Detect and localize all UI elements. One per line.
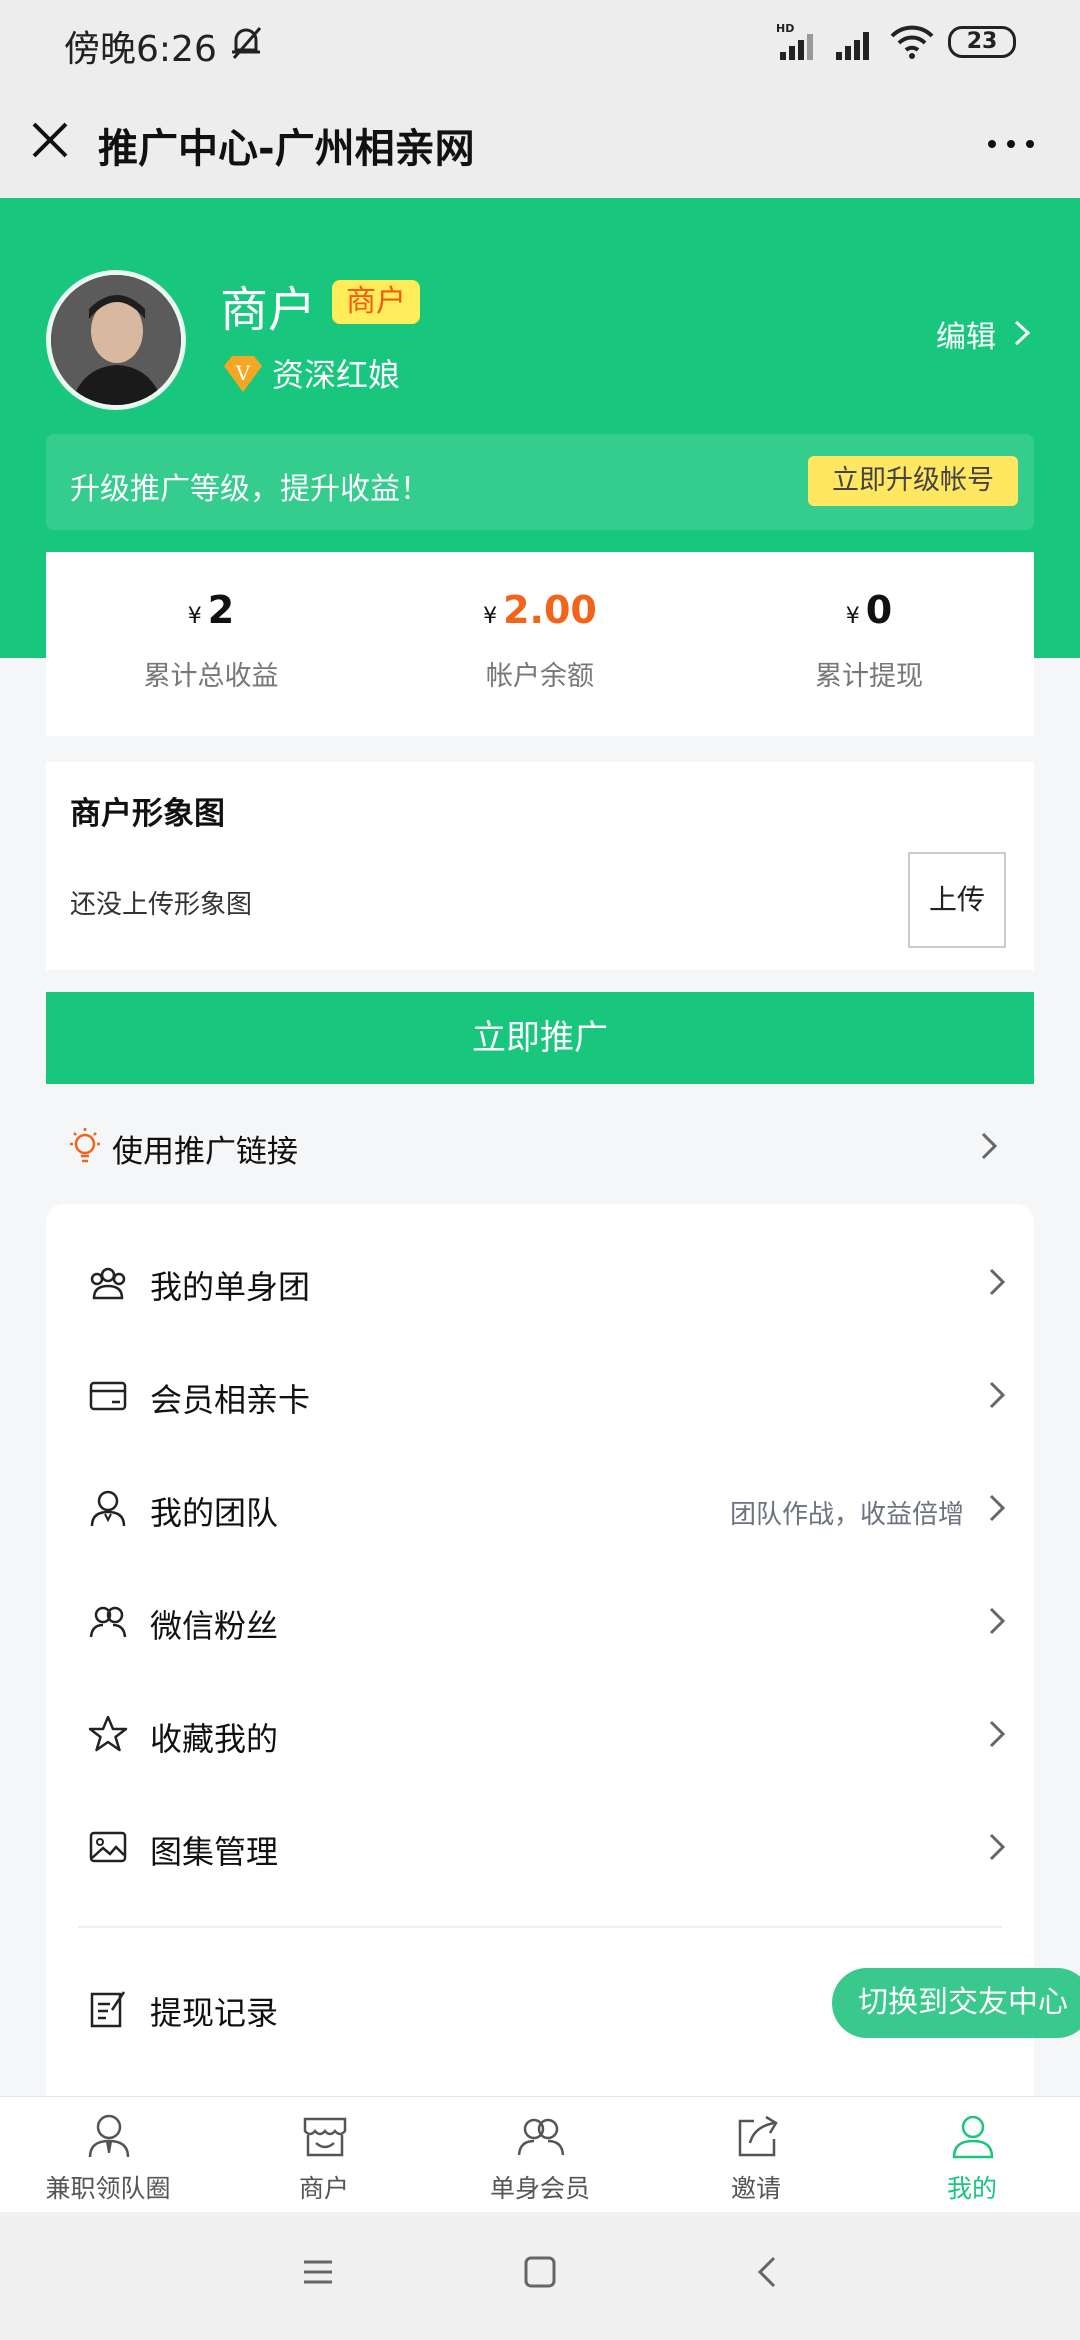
merchant-image-card: 商户形象图 还没上传形象图 上传 xyxy=(46,762,1034,970)
system-nav-bar xyxy=(0,2212,1080,2340)
stat-label: 累计总收益 xyxy=(143,661,279,692)
chevron-right-icon xyxy=(989,1833,1006,1861)
earnings-summary: ¥2 累计总收益 ¥2.00 帐户余额 ¥0 累计提现 xyxy=(46,552,1034,736)
upload-button[interactable]: 上传 xyxy=(908,852,1006,948)
user-name: 商户 xyxy=(220,282,317,338)
chevron-right-icon xyxy=(981,1132,998,1160)
upgrade-button[interactable]: 立即升级帐号 xyxy=(808,456,1018,506)
currency-symbol: ¥ xyxy=(845,604,860,629)
avatar-image xyxy=(51,275,181,405)
promote-link-row[interactable]: 使用推广链接 xyxy=(46,1100,1034,1192)
chevron-right-icon xyxy=(989,1494,1006,1522)
chevron-right-icon xyxy=(989,1381,1006,1409)
menu-item-hint: 团队作战，收益倍增 xyxy=(729,1500,964,1530)
menu-item-label: 会员相亲卡 xyxy=(150,1381,311,1419)
more-options-icon[interactable] xyxy=(986,138,1036,150)
stat-value: 0 xyxy=(865,588,893,632)
battery-indicator: 23 xyxy=(948,26,1016,58)
currency-symbol: ¥ xyxy=(187,604,202,629)
stat-label: 帐户余额 xyxy=(486,661,594,692)
lightbulb-icon xyxy=(70,1128,100,1163)
currency-symbol: ¥ xyxy=(483,604,498,629)
vip-diamond-icon: V xyxy=(224,356,262,392)
close-icon[interactable] xyxy=(28,118,72,162)
upgrade-text: 升级推广等级，提升收益！ xyxy=(70,472,430,507)
svg-text:HD: HD xyxy=(776,22,794,35)
menu-item-singles-group[interactable]: 我的单身团 xyxy=(46,1226,1034,1338)
chevron-right-icon[interactable] xyxy=(1010,318,1034,348)
card-icon xyxy=(89,1381,127,1411)
page-title: 推广中心-广州相亲网 xyxy=(98,126,475,172)
menu-divider xyxy=(78,1926,1002,1928)
record-icon xyxy=(90,1991,126,2028)
merchant-image-title: 商户形象图 xyxy=(70,796,225,832)
menu-item-label: 收藏我的 xyxy=(150,1720,279,1758)
menu-item-gallery[interactable]: 图集管理 xyxy=(46,1791,1034,1903)
stat-value: 2.00 xyxy=(503,588,597,632)
role-badge: 商户 xyxy=(332,280,420,324)
switch-to-social-button[interactable]: 切换到交友中心 xyxy=(832,1968,1080,2038)
mute-bell-icon xyxy=(232,27,262,59)
stat-total-earnings[interactable]: ¥2 累计总收益 xyxy=(46,552,376,736)
tab-mine[interactable]: 我的 xyxy=(864,2097,1080,2213)
menu-item-favorited-me[interactable]: 收藏我的 xyxy=(46,1678,1034,1790)
upgrade-banner: 升级推广等级，提升收益！ 立即升级帐号 xyxy=(46,434,1034,530)
stat-value: 2 xyxy=(207,588,235,632)
back-icon[interactable] xyxy=(748,2252,788,2292)
menu-item-label: 微信粉丝 xyxy=(150,1607,279,1645)
menu-item-label: 我的单身团 xyxy=(150,1268,311,1306)
chevron-right-icon xyxy=(989,1607,1006,1635)
fans-icon xyxy=(89,1606,127,1638)
title-bar: 推广中心-广州相亲网 xyxy=(0,88,1080,198)
tab-single-members[interactable]: 单身会员 xyxy=(432,2097,648,2213)
image-icon xyxy=(89,1831,127,1863)
stat-total-withdrawn[interactable]: ¥0 累计提现 xyxy=(704,552,1034,736)
status-bar: 傍晚6:26 HD 23 xyxy=(0,0,1080,88)
wifi-icon xyxy=(890,25,934,59)
avatar[interactable] xyxy=(46,270,186,410)
hd-signal-icon: HD xyxy=(776,22,813,60)
menu-item-label: 我的团队 xyxy=(150,1494,279,1532)
edit-profile-link[interactable]: 编辑 xyxy=(936,312,996,356)
menu-item-label: 图集管理 xyxy=(150,1833,279,1871)
tab-label: 商户 xyxy=(298,2174,349,2203)
menu-item-label: 提现记录 xyxy=(150,1994,279,2032)
menu-icon[interactable] xyxy=(298,2252,338,2292)
tab-merchant[interactable]: 商户 xyxy=(216,2097,432,2213)
member-level: 资深红娘 xyxy=(272,356,401,394)
tab-label: 我的 xyxy=(946,2174,997,2203)
promote-link-label: 使用推广链接 xyxy=(112,1134,298,1170)
share-icon xyxy=(738,2115,778,2157)
tab-invite[interactable]: 邀请 xyxy=(648,2097,864,2213)
tab-leader-circle[interactable]: 兼职领队圈 xyxy=(0,2097,216,2213)
home-icon[interactable] xyxy=(520,2252,560,2292)
signal-icon xyxy=(836,32,869,60)
promote-now-button[interactable]: 立即推广 xyxy=(46,992,1034,1084)
profile-icon xyxy=(952,2115,994,2159)
stat-account-balance[interactable]: ¥2.00 帐户余额 xyxy=(375,552,705,736)
chevron-right-icon xyxy=(989,1268,1006,1296)
chevron-right-icon xyxy=(989,1720,1006,1748)
leader-icon xyxy=(88,2114,130,2158)
menu-item-member-card[interactable]: 会员相亲卡 xyxy=(46,1339,1034,1451)
menu-item-wechat-fans[interactable]: 微信粉丝 xyxy=(46,1565,1034,1677)
svg-text:V: V xyxy=(235,361,251,385)
team-icon xyxy=(90,1490,126,1527)
shop-icon xyxy=(303,2117,347,2157)
star-icon xyxy=(88,1715,128,1752)
tab-label: 邀请 xyxy=(730,2174,781,2203)
tab-label: 兼职领队圈 xyxy=(45,2174,171,2203)
menu-item-my-team[interactable]: 我的团队 团队作战，收益倍增 xyxy=(46,1452,1034,1564)
bottom-tab-bar: 兼职领队圈 商户 单身会员 邀请 我的 xyxy=(0,2096,1080,2212)
members-icon xyxy=(517,2118,565,2156)
merchant-image-empty-text: 还没上传形象图 xyxy=(70,890,253,920)
stat-label: 累计提现 xyxy=(815,661,923,692)
group-icon xyxy=(90,1267,126,1300)
tab-label: 单身会员 xyxy=(489,2174,590,2203)
status-time: 傍晚6:26 xyxy=(64,29,217,70)
